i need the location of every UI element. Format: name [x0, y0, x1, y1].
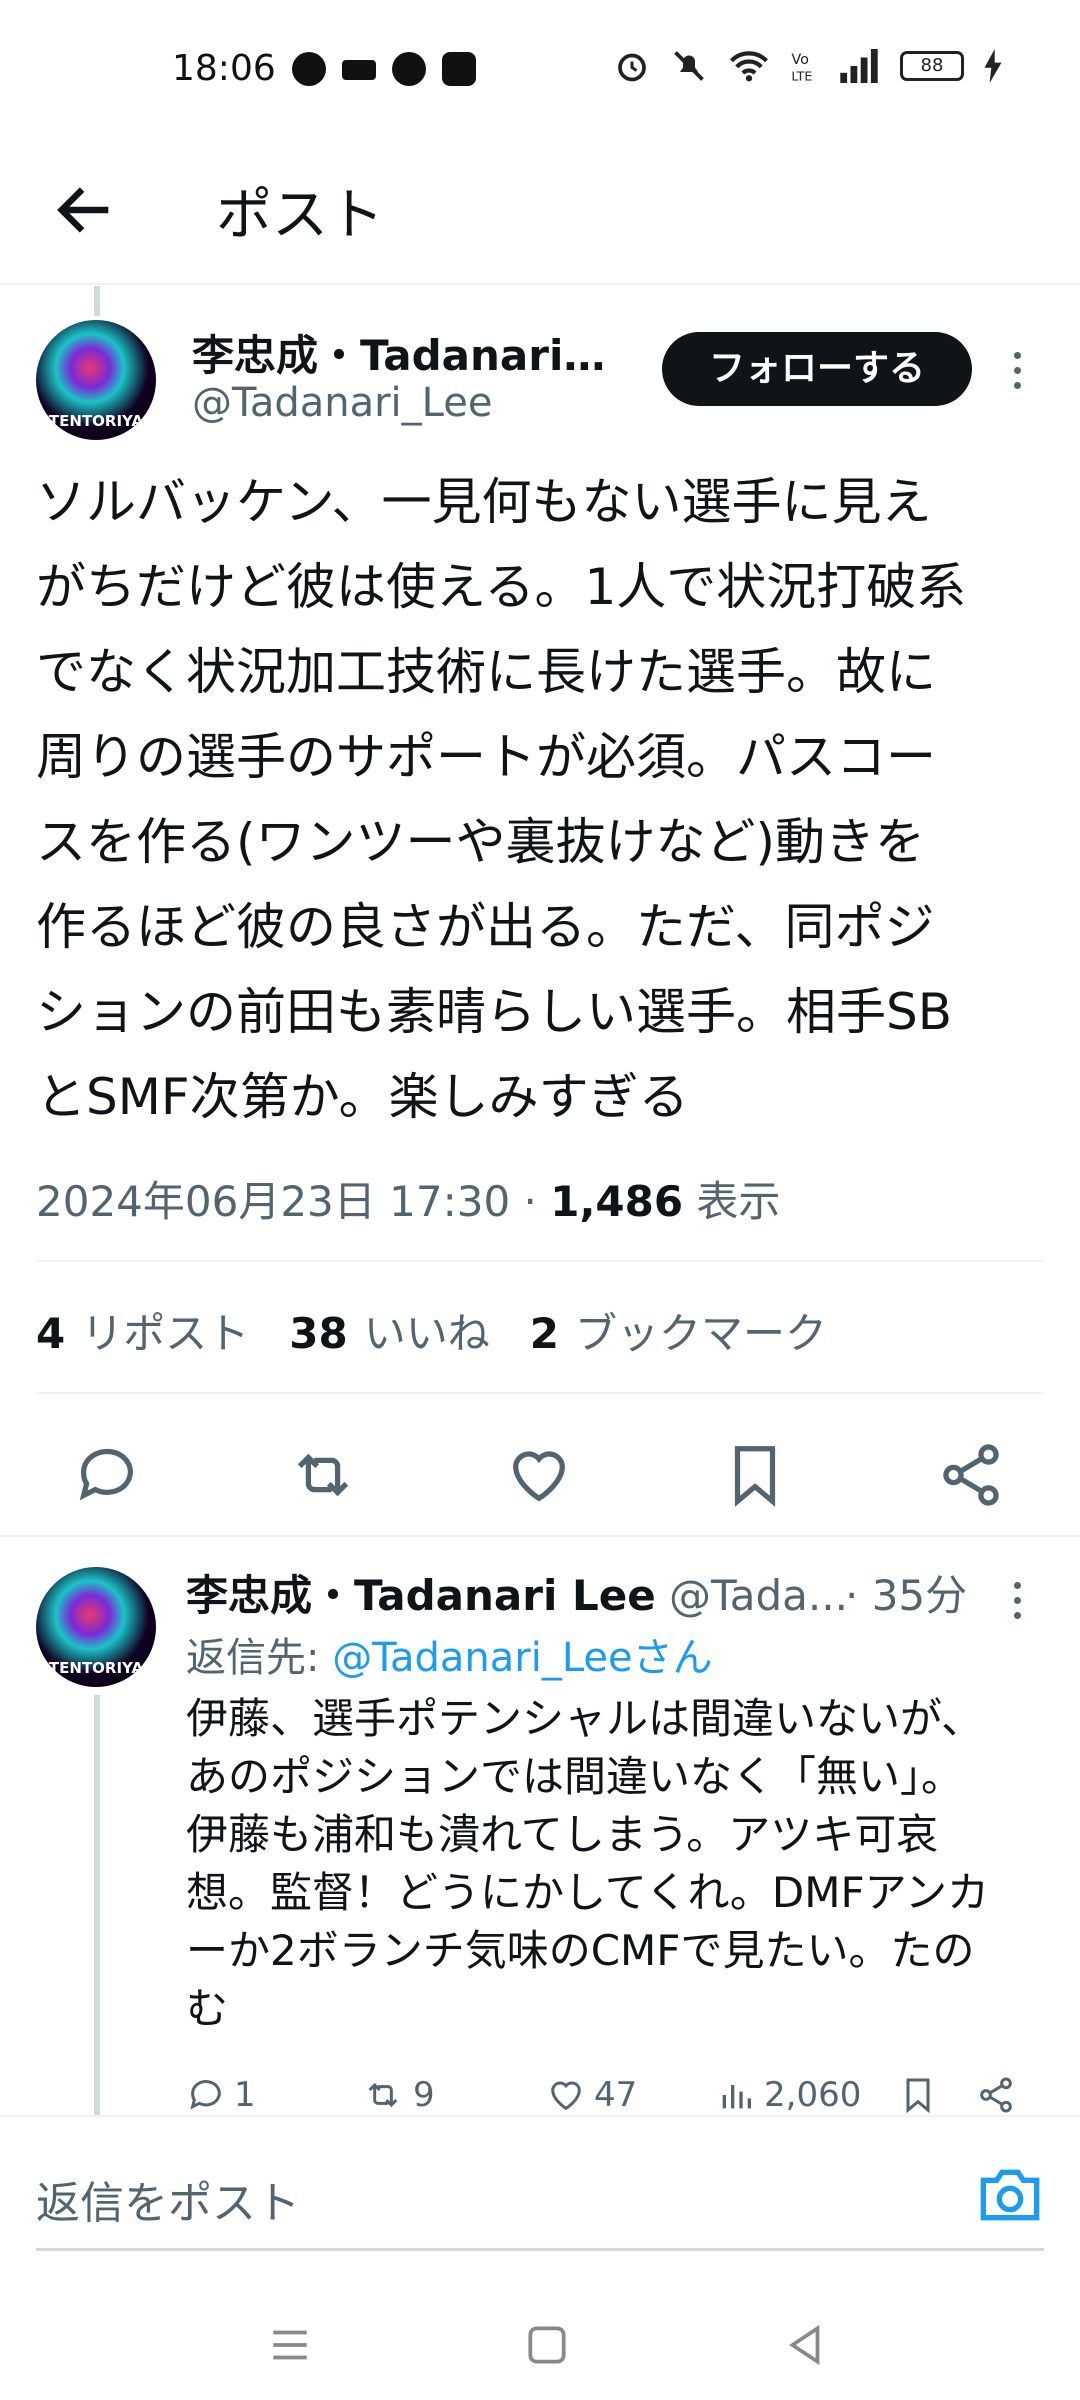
reply-reply-button[interactable]: 1 [186, 2075, 256, 2115]
like-icon[interactable] [504, 1440, 574, 1510]
engagement-stats: 4 リポスト 38 いいね 2 ブックマーク [36, 1300, 827, 1361]
thread-line [94, 1695, 100, 2115]
repost-icon [368, 2082, 398, 2108]
follow-button[interactable]: フォローする [662, 332, 972, 406]
like-count: 47 [594, 2075, 638, 2115]
d-app-icon [442, 52, 476, 86]
share-icon[interactable] [936, 1440, 1006, 1510]
alarm-icon [618, 53, 646, 82]
repost-count: 9 [413, 2075, 435, 2115]
views-count: 2,060 [764, 2075, 862, 2115]
back-arrow-icon[interactable] [50, 175, 120, 245]
reply-repost-button[interactable]: 9 [361, 2075, 435, 2115]
reply-composer: 返信をポスト [0, 2115, 1080, 2255]
author-handle[interactable]: @Tadanari_Lee [192, 380, 492, 426]
more-options-icon[interactable] [1014, 352, 1022, 397]
divider [36, 1260, 1044, 1262]
like-icon [551, 2081, 581, 2111]
thread-line [94, 286, 100, 316]
svg-text:Vo: Vo [791, 52, 809, 68]
battery-indicator: 88 [900, 51, 964, 81]
reply-author-name: 李忠成・Tadanari Lee [186, 1571, 656, 1620]
input-underline [36, 2248, 1044, 2251]
likes-stat[interactable]: 38 いいね [289, 1300, 489, 1361]
wifi-icon [730, 51, 768, 82]
reposts-stat[interactable]: 4 リポスト [36, 1300, 249, 1361]
reply-input[interactable]: 返信をポスト [36, 2167, 300, 2231]
back-icon[interactable] [780, 2320, 830, 2370]
status-icons: Vo LTE 88 [614, 48, 1002, 84]
tweet-timestamp: 2024年06月23日 17:30 · [36, 1177, 551, 1226]
volte-icon: VoLTE [791, 52, 812, 83]
zozotown-icon [292, 52, 326, 86]
status-time: 18:06 [172, 48, 276, 89]
tweet-meta: 2024年06月23日 17:30 · 1,486 表示 [36, 1168, 780, 1229]
reply-avatar[interactable]: TENTORIYA [36, 1567, 156, 1687]
author-name[interactable]: 李忠成・Tadanari… [192, 322, 612, 383]
section-divider [0, 1535, 1080, 1537]
avatar[interactable]: TENTORIYA [36, 320, 156, 440]
views-count: 1,486 [550, 1177, 684, 1226]
divider [36, 1392, 1044, 1394]
mute-icon [674, 51, 704, 81]
reply-to-handle[interactable]: @Tadanari_Leeさん [332, 1635, 712, 1681]
views-label: 表示 [683, 1177, 781, 1226]
reply-author-handle: @Tada... [655, 1571, 848, 1620]
page-title: ポスト [216, 183, 384, 248]
status-bar: 18:06 Vo LTE 88 [0, 0, 1080, 140]
reply-to: 返信先: @Tadanari_Leeさん [186, 1625, 713, 1683]
reply-count: 1 [234, 2075, 256, 2115]
tweet-text: ソルバッケン、一見何もない選手に見え がちだけど彼は使える。1人で状況打破系 で… [36, 473, 967, 1126]
reply-text: 伊藤、選手ポテンシャルは間違いないが、 あのポジションでは間違いなく「無い」。 … [186, 1694, 989, 2033]
tweet-action-bar [0, 1420, 1080, 1530]
camera-icon[interactable] [978, 2167, 1042, 2223]
reply-icon[interactable] [72, 1440, 142, 1510]
menu-icon[interactable] [265, 2320, 315, 2370]
bookmark-icon[interactable] [720, 1440, 790, 1510]
svg-text:LTE: LTE [791, 68, 812, 83]
reply-to-label: 返信先: [186, 1635, 333, 1681]
spotify-icon [392, 52, 426, 86]
system-nav-bar [0, 2290, 1080, 2400]
views-icon [722, 2085, 751, 2109]
share-icon[interactable] [976, 2075, 1016, 2115]
repost-icon[interactable] [288, 1440, 358, 1510]
reply-action-bar: 1 9 47 2,060 [186, 2075, 1046, 2115]
reply-more-options-icon[interactable] [1014, 1582, 1022, 1627]
reply-like-button[interactable]: 47 [546, 2075, 637, 2115]
signal-icon [840, 49, 878, 83]
app-icon [342, 60, 376, 80]
reply-time: · 35分 [845, 1571, 968, 1620]
bookmarks-stat[interactable]: 2 ブックマーク [530, 1300, 827, 1361]
top-app-bar: ポスト [0, 140, 1080, 285]
reply-icon [190, 2080, 221, 2110]
reply-views-button[interactable]: 2,060 [716, 2075, 861, 2115]
charging-icon [984, 49, 1002, 83]
bookmark-icon[interactable] [898, 2075, 938, 2115]
avatar-label: TENTORIYA [48, 412, 144, 430]
home-icon[interactable] [522, 2320, 572, 2370]
avatar-label: TENTORIYA [48, 1659, 144, 1677]
